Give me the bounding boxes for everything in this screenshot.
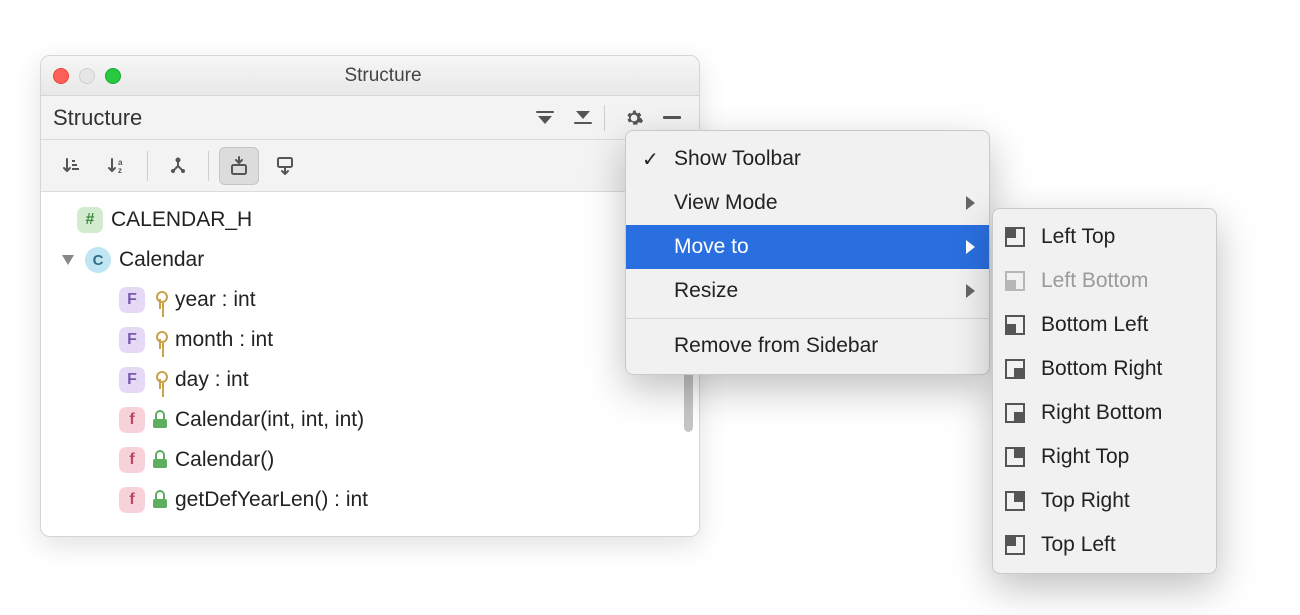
minimize-icon	[663, 116, 681, 119]
panel-header: Structure	[41, 96, 699, 140]
menu-item-label: Bottom Left	[1041, 313, 1148, 337]
menu-item-label: Top Right	[1041, 489, 1130, 513]
title-bar[interactable]: Structure	[41, 56, 699, 96]
tree-node-field[interactable]: F day : int	[47, 360, 699, 400]
sort-by-visibility-button[interactable]	[51, 147, 91, 185]
autoscroll-to-source-button[interactable]	[219, 147, 259, 185]
tree-node-label: Calendar()	[175, 448, 274, 472]
menu-item-label: Remove from Sidebar	[674, 334, 878, 358]
menu-item-label: Left Top	[1041, 225, 1115, 249]
dock-top-right-icon	[1005, 491, 1025, 511]
dock-bottom-right-icon	[1005, 359, 1025, 379]
define-icon: #	[77, 207, 103, 233]
sort-alpha-icon: az	[106, 156, 128, 176]
settings-button[interactable]	[619, 103, 649, 133]
panel-title: Structure	[53, 105, 142, 131]
expand-all-icon	[536, 111, 554, 125]
menu-item-label: Bottom Right	[1041, 357, 1162, 381]
public-lock-icon	[153, 412, 167, 428]
window-title: Structure	[79, 65, 687, 87]
supertypes-icon	[168, 156, 188, 176]
menu-separator	[626, 318, 989, 319]
submenu-item-right-top[interactable]: Right Top	[993, 435, 1216, 479]
tree-node-label: CALENDAR_H	[111, 208, 252, 232]
submenu-item-right-bottom[interactable]: Right Bottom	[993, 391, 1216, 435]
svg-text:z: z	[118, 166, 122, 175]
dock-right-bottom-icon	[1005, 403, 1025, 423]
private-key-icon	[153, 371, 167, 389]
dock-bottom-left-icon	[1005, 315, 1025, 335]
function-icon: f	[119, 447, 145, 473]
tree-node-method[interactable]: f Calendar()	[47, 440, 699, 480]
menu-item-view-mode[interactable]: View Mode	[626, 181, 989, 225]
dock-left-top-icon	[1005, 227, 1025, 247]
tree-node-label: Calendar(int, int, int)	[175, 408, 364, 432]
menu-item-label: Top Left	[1041, 533, 1116, 557]
submenu-item-bottom-right[interactable]: Bottom Right	[993, 347, 1216, 391]
field-icon: F	[119, 287, 145, 313]
hide-button[interactable]	[657, 103, 687, 133]
tree-body[interactable]: # CALENDAR_H C Calendar F year : int F m…	[41, 192, 699, 536]
tree-node-class[interactable]: C Calendar	[47, 240, 699, 280]
separator	[604, 105, 605, 131]
autoscroll-from-source-button[interactable]	[265, 147, 305, 185]
close-window-button[interactable]	[53, 68, 69, 84]
menu-item-show-toolbar[interactable]: ✓ Show Toolbar	[626, 137, 989, 181]
private-key-icon	[153, 291, 167, 309]
menu-item-label: Show Toolbar	[674, 147, 801, 171]
field-icon: F	[119, 327, 145, 353]
menu-item-label: Right Bottom	[1041, 401, 1162, 425]
dock-top-left-icon	[1005, 535, 1025, 555]
submenu-item-left-top[interactable]: Left Top	[993, 215, 1216, 259]
sort-alphabetically-button[interactable]: az	[97, 147, 137, 185]
tree-node-field[interactable]: F month : int	[47, 320, 699, 360]
tree-node-label: Calendar	[119, 248, 204, 272]
menu-item-move-to[interactable]: Move to	[626, 225, 989, 269]
menu-item-label: Right Top	[1041, 445, 1129, 469]
submenu-item-top-right[interactable]: Top Right	[993, 479, 1216, 523]
disclosure-triangle[interactable]	[59, 255, 77, 265]
class-icon: C	[85, 247, 111, 273]
dock-right-top-icon	[1005, 447, 1025, 467]
menu-item-resize[interactable]: Resize	[626, 269, 989, 313]
structure-toolbar: az	[41, 140, 699, 192]
collapse-all-icon	[574, 111, 592, 125]
menu-item-remove-from-sidebar[interactable]: Remove from Sidebar	[626, 324, 989, 368]
menu-item-label: View Mode	[674, 191, 778, 215]
tree-node-label: day : int	[175, 368, 249, 392]
public-lock-icon	[153, 492, 167, 508]
tree-node-field[interactable]: F year : int	[47, 280, 699, 320]
menu-item-label: Move to	[674, 235, 749, 259]
autoscroll-to-icon	[229, 156, 249, 176]
tree-node-label: month : int	[175, 328, 273, 352]
private-key-icon	[153, 331, 167, 349]
separator	[147, 151, 148, 181]
tree-node-method[interactable]: f getDefYearLen() : int	[47, 480, 699, 520]
public-lock-icon	[153, 452, 167, 468]
submenu-item-bottom-left[interactable]: Bottom Left	[993, 303, 1216, 347]
submenu-item-left-bottom: Left Bottom	[993, 259, 1216, 303]
collapse-all-button[interactable]	[568, 103, 598, 133]
function-icon: f	[119, 487, 145, 513]
structure-tool-window: Structure Structure az	[40, 55, 700, 537]
menu-item-label: Left Bottom	[1041, 269, 1148, 293]
gear-icon	[624, 108, 644, 128]
separator	[208, 151, 209, 181]
tree-node-define[interactable]: # CALENDAR_H	[47, 200, 699, 240]
show-supertypes-button[interactable]	[158, 147, 198, 185]
sort-icon	[61, 156, 81, 176]
autoscroll-from-icon	[275, 156, 295, 176]
function-icon: f	[119, 407, 145, 433]
submenu-item-top-left[interactable]: Top Left	[993, 523, 1216, 567]
check-icon: ✓	[642, 147, 659, 172]
move-to-submenu: Left Top Left Bottom Bottom Left Bottom …	[992, 208, 1217, 574]
expand-all-button[interactable]	[530, 103, 560, 133]
tree-node-method[interactable]: f Calendar(int, int, int)	[47, 400, 699, 440]
tree-node-label: year : int	[175, 288, 256, 312]
field-icon: F	[119, 367, 145, 393]
dock-left-bottom-icon	[1005, 271, 1025, 291]
tree-node-label: getDefYearLen() : int	[175, 488, 368, 512]
menu-item-label: Resize	[674, 279, 738, 303]
settings-menu: ✓ Show Toolbar View Mode Move to Resize …	[625, 130, 990, 375]
